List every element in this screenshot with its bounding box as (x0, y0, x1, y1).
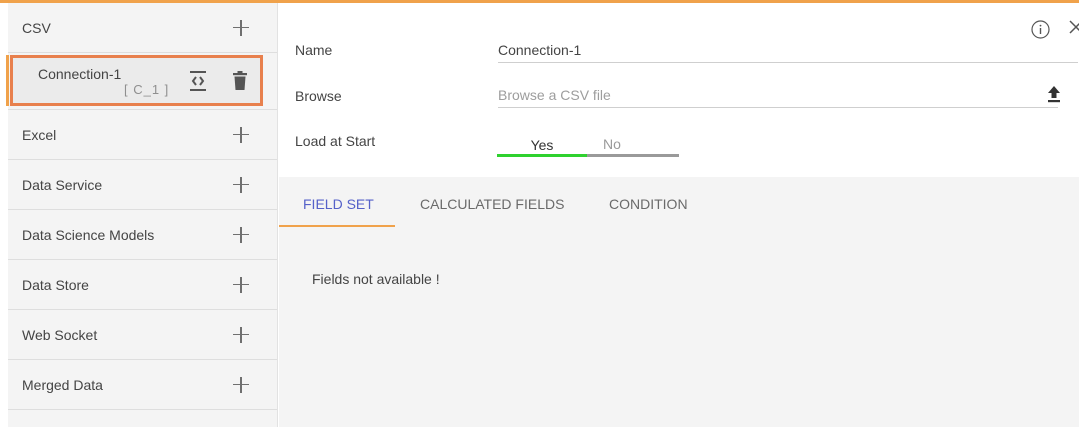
tab-field-set[interactable]: FIELD SET (279, 177, 395, 227)
sidebar-item-label: Data Science Models (22, 226, 155, 243)
sidebar-item-data-store[interactable]: Data Store (8, 260, 277, 310)
toggle-no-option[interactable]: No (587, 128, 679, 157)
sidebar: CSV Connection-1 [ C_1 ] Excel Data Serv… (6, 3, 278, 427)
sidebar-item-label: Data Service (22, 176, 103, 193)
plus-icon[interactable] (233, 276, 249, 293)
connection-list: Connection-1 [ C_1 ] (6, 53, 277, 110)
browse-placeholder: Browse a CSV file (498, 87, 611, 103)
sidebar-item-label: Data Store (22, 276, 89, 293)
name-value: Connection-1 (498, 42, 582, 58)
plus-icon[interactable] (233, 126, 249, 143)
name-field[interactable]: Connection-1 (498, 39, 1078, 63)
sidebar-item-csv[interactable]: CSV (8, 3, 277, 53)
name-label: Name (295, 42, 333, 58)
toggle-yes-option[interactable]: Yes (497, 128, 587, 157)
sidebar-item-web-socket[interactable]: Web Socket (8, 310, 277, 360)
plus-icon[interactable] (233, 19, 249, 36)
info-icon[interactable] (1031, 20, 1050, 39)
selection-indicator (6, 55, 9, 106)
connection-code: [ C_1 ] (124, 82, 170, 97)
plus-icon[interactable] (233, 376, 249, 393)
connection-name: Connection-1 (38, 66, 122, 82)
sidebar-item-data-service[interactable]: Data Service (8, 160, 277, 210)
sidebar-item-data-science-models[interactable]: Data Science Models (8, 210, 277, 260)
plus-icon[interactable] (233, 326, 249, 343)
sidebar-item-excel[interactable]: Excel (8, 110, 277, 160)
code-icon[interactable] (190, 71, 206, 91)
tab-calculated-fields[interactable]: CALCULATED FIELDS (420, 177, 564, 227)
load-at-start-toggle: Yes No (497, 128, 679, 157)
tabs-panel: FIELD SET CALCULATED FIELDS CONDITION Fi… (279, 177, 1079, 427)
upload-icon[interactable] (1047, 85, 1061, 103)
connection-form-panel: Name Connection-1 Browse Browse a CSV fi… (279, 3, 1079, 427)
sidebar-item-label: Web Socket (22, 326, 98, 343)
connection-item[interactable]: Connection-1 [ C_1 ] (10, 55, 263, 106)
load-at-start-label: Load at Start (295, 133, 376, 149)
browse-field[interactable]: Browse a CSV file (498, 84, 1058, 108)
plus-icon[interactable] (233, 176, 249, 193)
sidebar-item-label: Merged Data (22, 376, 103, 393)
sidebar-item-label: CSV (22, 19, 51, 36)
empty-message: Fields not available ! (312, 271, 440, 287)
sidebar-item-merged-data[interactable]: Merged Data (8, 360, 277, 410)
trash-icon[interactable] (233, 71, 247, 91)
tab-condition[interactable]: CONDITION (609, 177, 688, 227)
plus-icon[interactable] (233, 226, 249, 243)
sidebar-item-label: Excel (22, 126, 57, 143)
browse-label: Browse (295, 88, 342, 104)
close-icon[interactable] (1069, 20, 1079, 34)
